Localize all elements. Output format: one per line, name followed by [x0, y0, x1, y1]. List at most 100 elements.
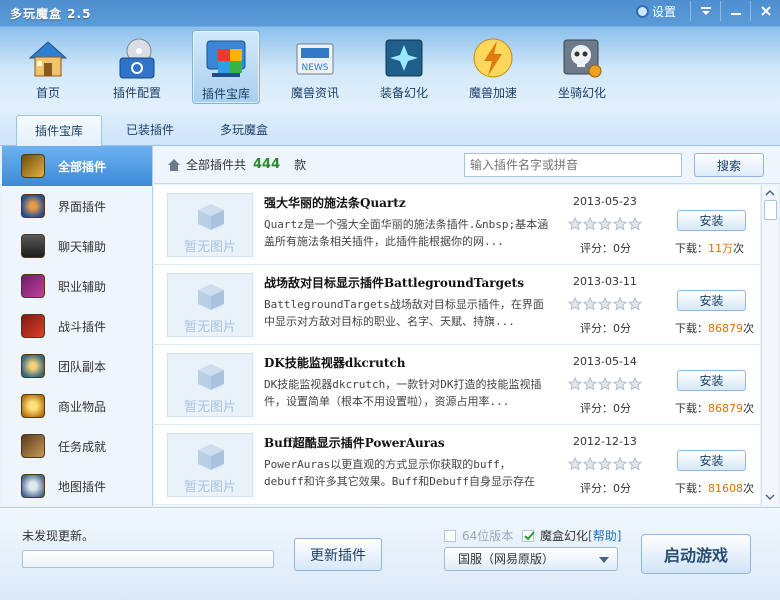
transmog-label: 魔盒幻化 [540, 529, 589, 543]
plugin-list-header: 全部插件共 444 款 搜索 [154, 146, 780, 184]
sidebar-item-combat[interactable]: 战斗插件 [2, 306, 152, 346]
install-button[interactable]: 安装 [677, 370, 746, 391]
star-icon [628, 377, 642, 391]
header-suffix: 款 [294, 158, 307, 172]
help-link[interactable]: [帮助] [588, 527, 621, 544]
cube-placeholder-icon [198, 284, 224, 310]
star-icon [613, 377, 627, 391]
app-title: 多玩魔盒 2.5 [10, 7, 92, 21]
plugin-row: 暂无图片 战场敌对目标显示插件BattlegroundTargets Battl… [154, 265, 760, 345]
update-progress-bar [22, 550, 274, 568]
search-button[interactable]: 搜索 [694, 153, 764, 177]
tab-duowan-box[interactable]: 多玩魔盒 [204, 115, 284, 146]
no-image-text: 暂无图片 [183, 400, 236, 415]
downloads-prefix: 下载： [675, 322, 708, 335]
sidebar-item-raid[interactable]: 团队副本 [2, 346, 152, 386]
nav-mount-transmog[interactable]: 坐骑幻化 [548, 30, 616, 104]
title-bar: 多玩魔盒 2.5 设置 首页 插件配置 插件宝库 NEWS 魔兽资讯 装备幻化 … [0, 0, 780, 112]
tab-plugin-store[interactable]: 插件宝库 [16, 115, 102, 147]
settings-button[interactable]: 设置 [635, 3, 676, 20]
cube-placeholder-icon [198, 444, 224, 470]
sidebar-item-ui-plugins[interactable]: 界面插件 [2, 186, 152, 226]
sidebar-item-quest[interactable]: 任务成就 [2, 426, 152, 466]
nav-home[interactable]: 首页 [14, 30, 82, 104]
header-prefix: 全部插件共 [186, 158, 247, 172]
downloads-count: 81608 [708, 482, 743, 495]
star-icon [598, 297, 612, 311]
rating-stars[interactable] [568, 457, 643, 471]
nav-plugin-config[interactable]: 插件配置 [103, 30, 171, 104]
install-button[interactable]: 安装 [677, 210, 746, 231]
box-transmog-checkbox[interactable]: 魔盒幻化 [帮助] [522, 527, 621, 544]
quest-scroll-icon [21, 434, 45, 458]
plugin-score: 评分：0分 [580, 482, 631, 495]
sidebar-item-label: 地图插件 [58, 479, 107, 494]
nav-transmog[interactable]: 装备幻化 [370, 30, 438, 104]
downloads-count: 11万 [708, 242, 733, 255]
nav-label: 坐骑幻化 [557, 86, 606, 100]
sidebar-item-label: 界面插件 [58, 199, 107, 214]
sidebar-item-label: 职业辅助 [58, 279, 107, 294]
start-game-button[interactable]: 启动游戏 [641, 534, 751, 574]
no-image-text: 暂无图片 [183, 320, 236, 335]
star-icon [598, 217, 612, 231]
plugin-date: 2012-12-13 [573, 435, 637, 448]
map-icon [21, 474, 45, 498]
cube-placeholder-icon [198, 204, 224, 230]
minimize-button[interactable] [720, 1, 750, 21]
plugin-thumbnail: 暂无图片 [167, 273, 253, 337]
nav-label: 魔兽资讯 [290, 86, 339, 100]
plugin-list: 暂无图片 强大华丽的施法条Quartz Quartz是一个强大全面华丽的施法条插… [154, 185, 760, 506]
lightning-icon [471, 36, 515, 80]
chevron-down-icon [599, 557, 609, 563]
downloads-prefix: 下载： [675, 482, 708, 495]
update-status: 未发现更新。 [22, 529, 95, 543]
menu-icon [700, 7, 711, 15]
plugin-score: 评分：0分 [580, 322, 631, 335]
star-icon [583, 377, 597, 391]
plugin-count: 444 [253, 157, 281, 172]
plugin-name[interactable]: DK技能监视器dkcrutch [264, 354, 405, 371]
star-icon [598, 377, 612, 391]
nav-plugin-store[interactable]: 插件宝库 [192, 30, 260, 104]
rating-stars[interactable] [568, 297, 643, 311]
plugin-description: PowerAuras以更直观的方式显示你获取的buff，debuff和许多其它效… [264, 458, 535, 488]
nav-accelerate[interactable]: 魔兽加速 [459, 30, 527, 104]
gear-icon [635, 4, 649, 18]
x64-version-checkbox[interactable]: 64位版本 [444, 527, 513, 544]
rating-stars[interactable] [568, 217, 643, 231]
scroll-down-icon[interactable] [765, 492, 775, 502]
plugin-name[interactable]: 强大华丽的施法条Quartz [264, 194, 406, 211]
install-button[interactable]: 安装 [677, 290, 746, 311]
menu-button[interactable] [690, 1, 720, 21]
update-plugins-button[interactable]: 更新插件 [294, 538, 382, 571]
tab-installed-plugins[interactable]: 已装插件 [110, 115, 190, 146]
downloads-suffix: 次 [743, 322, 754, 335]
scrollbar-thumb[interactable] [764, 200, 777, 220]
sidebar-item-label: 全部插件 [58, 159, 107, 174]
raid-icon [21, 354, 45, 378]
nav-news[interactable]: NEWS 魔兽资讯 [281, 30, 349, 104]
plugin-name[interactable]: Buff超酷显示插件PowerAuras [264, 434, 445, 451]
sidebar-item-chat[interactable]: 聊天辅助 [2, 226, 152, 266]
sidebar-item-label: 聊天辅助 [58, 239, 107, 254]
sidebar-item-trade[interactable]: 商业物品 [2, 386, 152, 426]
plugin-name[interactable]: 战场敌对目标显示插件BattlegroundTargets [264, 274, 524, 291]
server-select[interactable]: 国服（网易原版） [444, 547, 618, 571]
plugin-row: 暂无图片 DK技能监视器dkcrutch DK技能监视器dkcrutch，一款针… [154, 345, 760, 425]
rating-stars[interactable] [568, 377, 643, 391]
star-icon [628, 457, 642, 471]
home-icon [168, 158, 180, 171]
sidebar-item-map[interactable]: 地图插件 [2, 466, 152, 506]
sidebar-item-label: 任务成就 [58, 439, 107, 454]
install-button[interactable]: 安装 [677, 450, 746, 471]
star-icon [568, 457, 582, 471]
sidebar-item-class[interactable]: 职业辅助 [2, 266, 152, 306]
downloads-count: 86879 [708, 322, 743, 335]
list-scrollbar[interactable] [761, 185, 778, 506]
plugin-downloads: 下载：86879次 [675, 320, 754, 336]
search-input[interactable] [464, 153, 682, 177]
close-button[interactable] [750, 1, 780, 21]
scroll-up-icon[interactable] [765, 188, 775, 198]
sidebar-item-all-plugins[interactable]: 全部插件 [2, 146, 152, 186]
